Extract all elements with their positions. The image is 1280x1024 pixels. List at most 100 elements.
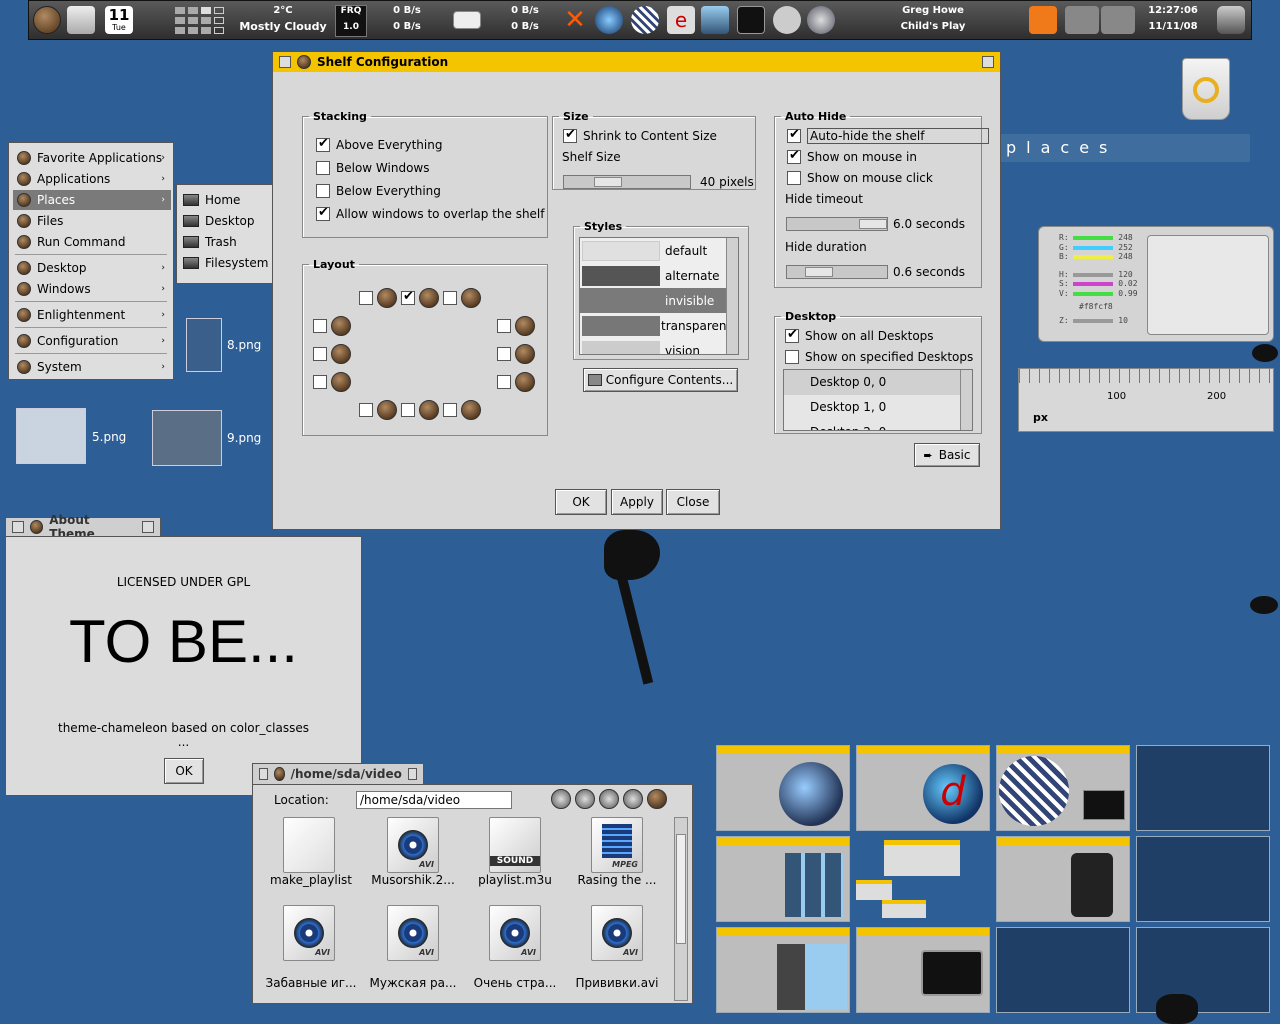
- checkbox-checked[interactable]: [785, 327, 799, 343]
- tux-icon[interactable]: [773, 6, 801, 34]
- enlightenment-icon[interactable]: [647, 789, 667, 809]
- checkbox-unchecked[interactable]: [785, 350, 799, 364]
- file-name[interactable]: Забавные иг...: [261, 976, 361, 990]
- styles-list[interactable]: default alternate invisible transparent …: [579, 237, 739, 355]
- desktop-list-item[interactable]: Desktop 2, 0: [784, 420, 972, 430]
- speaker-icon[interactable]: [807, 6, 835, 34]
- start-menu-button[interactable]: [33, 6, 61, 34]
- layout-right-1[interactable]: [497, 316, 535, 336]
- desktop-list-scrollbar[interactable]: [960, 370, 972, 430]
- autohide-checkbox[interactable]: Auto-hide the shelf: [787, 127, 990, 144]
- file-grid-scrollbar[interactable]: [674, 817, 688, 1001]
- menu-item-desktop[interactable]: Desktop ›: [13, 258, 171, 278]
- checkbox-checked[interactable]: [316, 136, 330, 152]
- layout-position-radio[interactable]: [313, 319, 327, 333]
- desktop-file-9-label[interactable]: 9.png: [227, 431, 261, 445]
- checkbox-checked[interactable]: [563, 127, 577, 143]
- music-widget[interactable]: Greg Howe Child's Play: [885, 5, 981, 37]
- checkbox-unchecked[interactable]: [316, 184, 330, 198]
- pager-desk[interactable]: [996, 836, 1130, 922]
- sound-file-icon[interactable]: SOUND: [489, 817, 541, 873]
- menu-item-run-command[interactable]: Run Command: [13, 232, 171, 252]
- files-app-icon[interactable]: [701, 6, 729, 34]
- xchat-icon[interactable]: ✕: [561, 6, 589, 34]
- gimp-icon-2[interactable]: [1101, 6, 1135, 34]
- eject-icon[interactable]: [599, 789, 619, 809]
- above-everything-checkbox[interactable]: Above Everything: [316, 136, 442, 152]
- show-mouse-click-checkbox[interactable]: Show on mouse click: [787, 171, 933, 185]
- apply-button[interactable]: Apply: [611, 489, 663, 515]
- hide-duration-slider[interactable]: [786, 265, 888, 279]
- menu-item-places[interactable]: Places ›: [13, 190, 171, 210]
- layout-top-row[interactable]: [359, 288, 481, 308]
- about-ok-button[interactable]: OK: [164, 758, 204, 784]
- window-maximize-button[interactable]: [142, 521, 155, 533]
- desktop-preview-icon[interactable]: [67, 6, 95, 34]
- parent-dir-icon[interactable]: [575, 789, 595, 809]
- layout-bottom-row[interactable]: [359, 400, 481, 420]
- layout-position-radio[interactable]: [359, 291, 373, 305]
- menu-item-applications[interactable]: Applications ›: [13, 169, 171, 189]
- styles-scrollbar[interactable]: [726, 238, 738, 354]
- pager-desk[interactable]: [1136, 836, 1270, 922]
- location-input[interactable]: /home/sda/video: [356, 791, 512, 809]
- terminal-icon[interactable]: [737, 6, 765, 34]
- places-item-trash[interactable]: Trash: [183, 232, 237, 252]
- menu-item-favorite-applications[interactable]: Favorite Applications ›: [13, 148, 171, 168]
- avi-video-icon[interactable]: AVI: [283, 905, 335, 961]
- window-menu-button[interactable]: [279, 56, 291, 68]
- cpufreq-widget[interactable]: FRQ 1.0: [335, 5, 367, 37]
- desktop-file-8-thumbnail[interactable]: [186, 318, 222, 372]
- avi-video-icon[interactable]: AVI: [387, 905, 439, 961]
- style-item-transparent[interactable]: transparent: [580, 313, 738, 338]
- layout-position-radio[interactable]: [359, 403, 373, 417]
- layout-position-radio[interactable]: [443, 291, 457, 305]
- places-item-filesystem[interactable]: Filesystem: [183, 253, 268, 273]
- slider-thumb[interactable]: [594, 177, 622, 187]
- desktop-list[interactable]: Desktop 0, 0 Desktop 1, 0 Desktop 2, 0: [783, 369, 973, 431]
- color-picker-gadget[interactable]: R: 248 G: 252 B: 248 H: 120 S: 0.02 V: 0…: [1038, 226, 1274, 342]
- layout-right-2[interactable]: [497, 344, 535, 364]
- gimp-icon[interactable]: [1065, 6, 1099, 34]
- copy-icon[interactable]: [623, 789, 643, 809]
- calendar-widget[interactable]: 11 Tue: [105, 6, 133, 34]
- style-item-vision[interactable]: vision: [580, 338, 738, 354]
- avi-video-icon[interactable]: AVI: [489, 905, 541, 961]
- places-item-home[interactable]: Home: [183, 190, 240, 210]
- epiphany-icon[interactable]: e: [667, 6, 695, 34]
- layout-right-3[interactable]: [497, 372, 535, 392]
- layout-position-radio[interactable]: [313, 347, 327, 361]
- file-name[interactable]: make_playlist: [261, 873, 361, 887]
- desktop-file-9-thumbnail[interactable]: [152, 410, 222, 466]
- file-name[interactable]: playlist.m3u: [465, 873, 565, 887]
- sphere-icon[interactable]: [631, 6, 659, 34]
- weather-widget[interactable]: 2°C Mostly Cloudy: [235, 5, 331, 37]
- places-gadget[interactable]: places: [1000, 134, 1250, 162]
- style-item-alternate[interactable]: alternate: [580, 263, 738, 288]
- basic-button[interactable]: ➨ Basic: [914, 443, 980, 467]
- window-maximize-button[interactable]: [407, 768, 417, 780]
- pager-desk[interactable]: [716, 927, 850, 1013]
- pager-mini[interactable]: [175, 5, 231, 37]
- window-menu-button[interactable]: [12, 521, 24, 533]
- checkbox-unchecked[interactable]: [787, 171, 801, 185]
- checkbox-checked[interactable]: [316, 205, 330, 221]
- mpeg-video-icon[interactable]: MPEG: [591, 817, 643, 873]
- layout-left-2[interactable]: [313, 344, 351, 364]
- below-everything-checkbox[interactable]: Below Everything: [316, 184, 441, 198]
- ruler-gadget[interactable]: 100 200 px: [1018, 368, 1274, 432]
- mail-icon[interactable]: [453, 11, 481, 29]
- overlap-checkbox[interactable]: Allow windows to overlap the shelf: [316, 205, 545, 221]
- layout-position-radio[interactable]: [401, 289, 415, 305]
- avi-video-icon[interactable]: AVI: [387, 817, 439, 873]
- pager-desk[interactable]: [996, 745, 1130, 831]
- layout-position-radio[interactable]: [497, 319, 511, 333]
- file-name[interactable]: Мужская ра...: [363, 976, 463, 990]
- pager-desk[interactable]: [996, 927, 1130, 1013]
- view-mode-icon[interactable]: [551, 789, 571, 809]
- menu-item-configuration[interactable]: Configuration ›: [13, 331, 171, 351]
- show-all-desktops-checkbox[interactable]: Show on all Desktops: [785, 327, 934, 343]
- below-windows-checkbox[interactable]: Below Windows: [316, 161, 430, 175]
- window-maximize-button[interactable]: [982, 56, 994, 68]
- checkbox-unchecked[interactable]: [316, 161, 330, 175]
